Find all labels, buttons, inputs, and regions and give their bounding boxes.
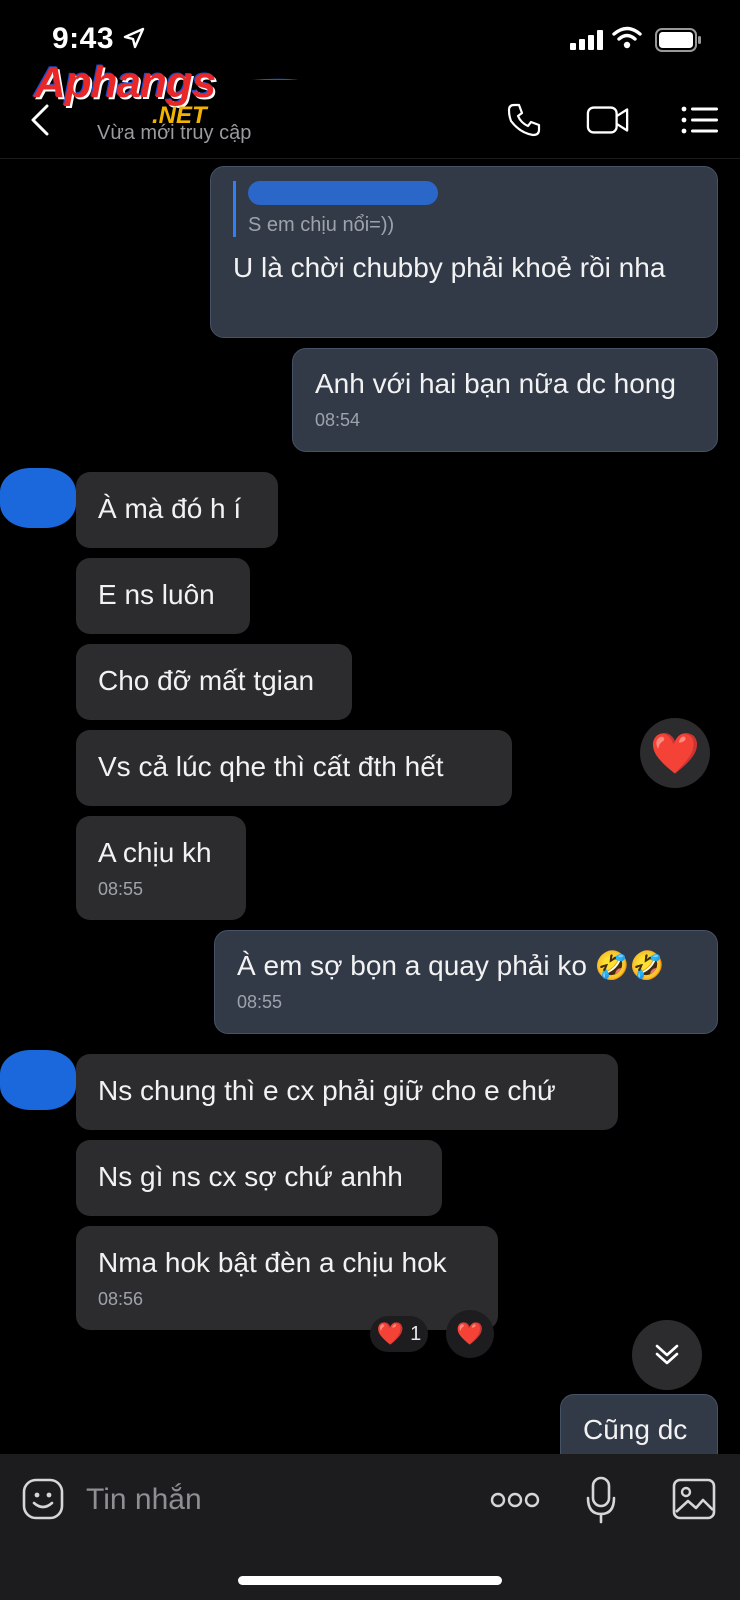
wifi-icon [612,26,642,49]
scroll-to-bottom-button[interactable] [632,1320,702,1390]
message-text: Cũng dc [583,1414,688,1445]
message-bubble-outgoing[interactable]: S em chịu nổi=)) U là chời chubby phải k… [210,166,718,338]
message-composer [0,1454,740,1600]
message-bubble-incoming[interactable]: Ns gì ns cx sợ chứ anhh [76,1140,442,1216]
double-chevron-down-icon [655,1344,679,1365]
image-gallery-icon[interactable] [672,1478,716,1520]
phone-icon [507,103,541,137]
message-bubble-outgoing[interactable]: Cũng dc [560,1394,718,1454]
sticker-smiley-icon[interactable] [22,1478,64,1520]
message-bubble-incoming[interactable]: A chịu kh 08:55 [76,816,246,920]
quoted-message[interactable]: S em chịu nổi=)) [233,181,695,237]
logo-text: Aphangs [34,58,216,107]
quoted-sender-blurred [248,181,438,205]
message-time: 08:55 [98,879,144,899]
more-options-icon[interactable] [490,1488,540,1512]
chat-header: Aphangs .NET Vừa mới truy cập [0,58,740,159]
message-input[interactable] [84,1476,468,1524]
message-list[interactable]: S em chịu nổi=)) U là chời chubby phải k… [0,158,740,1454]
menu-button[interactable] [678,98,722,142]
message-bubble-incoming[interactable]: E ns luôn [76,558,250,634]
list-menu-icon [681,106,718,134]
message-bubble-incoming[interactable]: Vs cả lúc qhe thì cất đth hết [76,730,512,806]
message-bubble-outgoing[interactable]: Anh với hai bạn nữa dc hong 08:54 [292,348,718,452]
heart-icon: ❤️ [650,731,700,776]
message-text: Anh với hai bạn nữa dc hong [315,368,676,399]
quoted-text: S em chịu nổi=)) [248,214,395,236]
home-indicator [238,1576,502,1585]
message-text: Ns gì ns cx sợ chứ anhh [98,1161,403,1192]
message-bubble-outgoing[interactable]: À em sợ bọn a quay phải ko 🤣🤣 08:55 [214,930,718,1034]
message-text: A chịu kh [98,837,212,868]
message-text: U là chời chubby phải khoẻ rồi nha [233,252,666,283]
message-text: À em sợ bọn a quay phải ko 🤣🤣 [237,950,665,981]
video-call-button[interactable] [586,98,630,142]
heart-reaction-button[interactable]: ❤️ [640,718,710,788]
battery-icon [655,28,701,52]
cellular-signal-icon [570,30,603,50]
voice-call-button[interactable] [502,98,546,142]
message-text: Vs cả lúc qhe thì cất đth hết [98,751,444,782]
message-time: 08:56 [98,1289,144,1309]
sender-avatar[interactable] [0,1050,76,1110]
heart-icon: ❤️ [456,1321,484,1346]
add-heart-reaction-button[interactable]: ❤️ [446,1310,494,1358]
message-text: Nma hok bật đèn a chịu hok [98,1247,447,1278]
sender-avatar[interactable] [0,468,76,528]
message-time: 08:54 [315,410,361,430]
message-text: E ns luôn [98,579,215,610]
reaction-count: 1 [410,1322,422,1345]
video-camera-icon [586,106,629,134]
heart-icon: ❤️ [376,1321,405,1346]
presence-status: Vừa mới truy cập [97,122,252,144]
message-text: Cho đỡ mất tgian [98,665,315,696]
message-bubble-incoming[interactable]: Ns chung thì e cx phải giữ cho e chứ [76,1054,618,1130]
message-bubble-incoming[interactable]: À mà đó h í [76,472,278,548]
message-bubble-incoming[interactable]: Cho đỡ mất tgian [76,644,352,720]
status-time: 9:43 [52,22,115,55]
message-text: À mà đó h í [98,493,242,524]
microphone-icon[interactable] [586,1476,616,1524]
message-bubble-incoming[interactable]: Nma hok bật đèn a chịu hok 08:56 [76,1226,498,1330]
reaction-chip[interactable]: ❤️ 1 [370,1316,428,1352]
message-time: 08:55 [237,992,283,1012]
location-arrow-icon [123,27,145,49]
message-text: Ns chung thì e cx phải giữ cho e chứ [98,1075,556,1106]
